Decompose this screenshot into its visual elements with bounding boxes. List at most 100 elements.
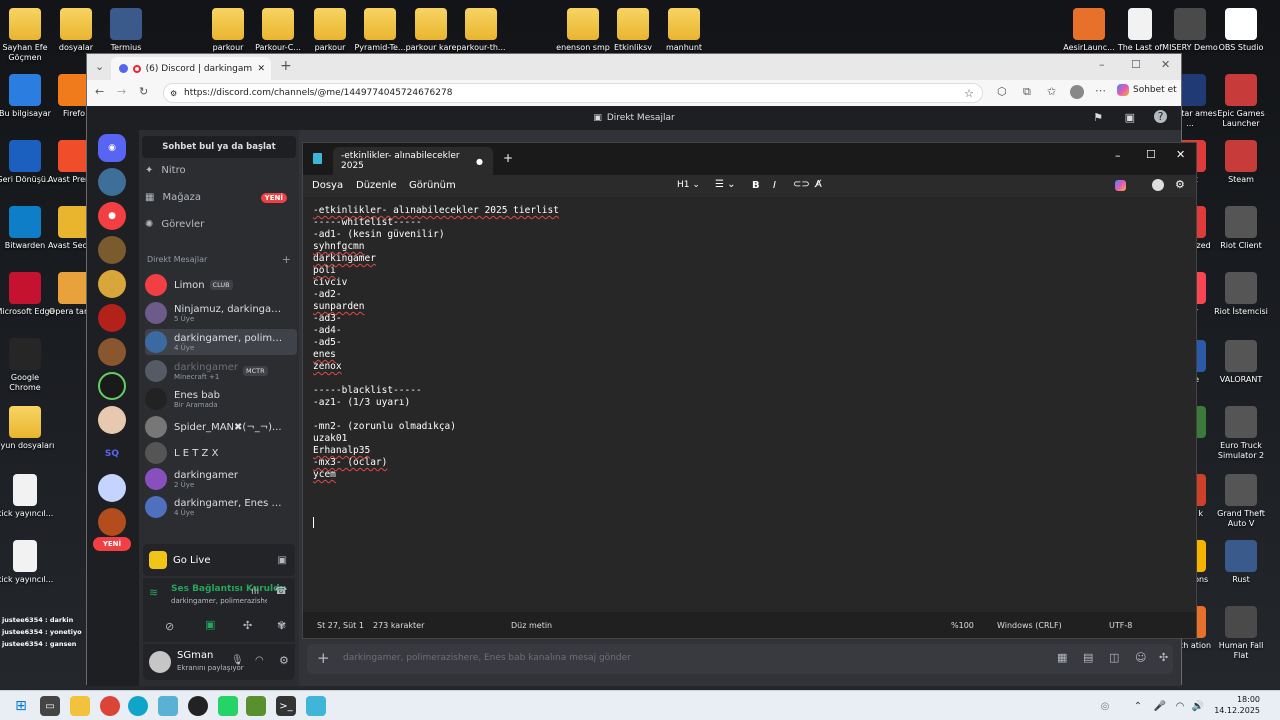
- volume-icon[interactable]: 🔊: [1188, 696, 1208, 716]
- desktop-icon[interactable]: Steam: [1211, 140, 1271, 185]
- clock[interactable]: 18:00 14.12.2025: [1210, 694, 1260, 716]
- terminal-icon[interactable]: >_: [276, 696, 296, 716]
- server-icon[interactable]: [98, 508, 126, 536]
- nav-shop[interactable]: ▦ Mağaza YENİ: [145, 192, 297, 203]
- termius-icon[interactable]: [158, 696, 178, 716]
- desktop-icon[interactable]: kick yayıncıl...: [0, 540, 55, 585]
- desktop-icon[interactable]: oyun dosyaları: [0, 406, 55, 451]
- desktop-icon[interactable]: kick yayıncıl...: [0, 474, 55, 519]
- dm-item[interactable]: darkingamer, Enes ba... 4 Üye: [145, 494, 297, 520]
- desktop-icon[interactable]: OBS Studio: [1211, 8, 1271, 53]
- screen-share-icon[interactable]: ▣: [278, 555, 287, 566]
- dm-item[interactable]: Ninjamuz, darkingame...5 Üye: [145, 300, 297, 326]
- line-ending[interactable]: Windows (CRLF): [997, 621, 1062, 630]
- voice-status[interactable]: Ses Bağlantısı Kuruldu: [171, 584, 286, 594]
- chrome-icon[interactable]: [100, 696, 120, 716]
- np-close-button[interactable]: ✕: [1176, 148, 1185, 161]
- add-dm-icon[interactable]: +: [282, 253, 291, 266]
- heading-select[interactable]: H1 ⌄: [677, 180, 700, 190]
- link-icon[interactable]: ⊂⊃: [793, 179, 810, 190]
- desktop-icon[interactable]: Riot İstemcisi: [1211, 272, 1271, 317]
- headset-icon[interactable]: ◠: [255, 655, 264, 666]
- desktop-icon[interactable]: Euro Truck Simulator 2: [1211, 406, 1271, 461]
- desktop-icon[interactable]: Termius: [96, 8, 156, 53]
- share-screen-icon[interactable]: ▣: [205, 618, 215, 631]
- clear-format-icon[interactable]: A̸: [815, 179, 822, 190]
- settings-gear-icon[interactable]: ⚙: [279, 654, 289, 667]
- copilot-button[interactable]: Sohbet et: [1117, 84, 1177, 96]
- voice-channel[interactable]: darkingamer, polimerazishere...: [171, 597, 267, 605]
- refresh-icon[interactable]: ↻: [139, 85, 148, 98]
- discord-home-icon[interactable]: ◉: [98, 134, 126, 162]
- dm-item[interactable]: darkingamer Minecraft +1 MCTR: [145, 358, 297, 384]
- notepad-taskbar-icon[interactable]: [306, 696, 326, 716]
- forward-icon[interactable]: →: [117, 85, 126, 98]
- dm-item[interactable]: L E T Z X: [145, 440, 297, 466]
- dm-item[interactable]: Spider_MAN✖(¬_¬)...: [145, 414, 297, 440]
- task-view-icon[interactable]: ▭: [40, 696, 60, 716]
- server-icon[interactable]: [98, 168, 126, 196]
- dm-item[interactable]: darkingamer 2 Üye: [145, 466, 297, 492]
- close-tab-icon[interactable]: ✕: [257, 64, 265, 74]
- desktop-icon[interactable]: Riot Client: [1211, 206, 1271, 251]
- camera-off-icon[interactable]: ⊘: [165, 620, 174, 633]
- site-info-icon[interactable]: ⚙: [170, 89, 177, 98]
- menu-file[interactable]: Dosya: [312, 180, 343, 191]
- list-icon[interactable]: ☰ ⌄: [715, 179, 736, 190]
- minecraft-icon[interactable]: [246, 696, 266, 716]
- desktop-icon[interactable]: Google Chrome: [0, 338, 55, 393]
- gift-icon[interactable]: ▦: [1057, 651, 1067, 664]
- nav-quests[interactable]: ✺ Görevler: [145, 219, 297, 230]
- server-icon[interactable]: SQ: [98, 440, 126, 468]
- file-explorer-icon[interactable]: [70, 696, 90, 716]
- desktop-icon[interactable]: Rust: [1211, 540, 1271, 585]
- settings-icon[interactable]: ⚙: [1175, 178, 1185, 191]
- edge-icon[interactable]: [128, 696, 148, 716]
- server-icon[interactable]: [98, 270, 126, 298]
- server-icon[interactable]: [98, 372, 126, 400]
- emoji-icon[interactable]: ☺: [1135, 651, 1146, 664]
- server-icon[interactable]: ●: [98, 202, 126, 230]
- help-icon[interactable]: ?: [1154, 110, 1167, 123]
- menu-edit[interactable]: Düzenle: [356, 180, 397, 191]
- mic-tray-icon[interactable]: 🎤: [1150, 696, 1170, 716]
- monitor-icon[interactable]: ▣: [1125, 111, 1135, 124]
- server-icon[interactable]: [98, 474, 126, 502]
- favorites-icon[interactable]: ✩: [1047, 85, 1056, 98]
- close-button[interactable]: ✕: [1161, 58, 1170, 71]
- menu-view[interactable]: Görünüm: [409, 180, 456, 191]
- maximize-button[interactable]: ☐: [1131, 58, 1141, 71]
- user-avatar[interactable]: [149, 651, 171, 673]
- new-tab-icon[interactable]: +: [503, 151, 513, 165]
- apps-icon[interactable]: ✣: [1159, 651, 1168, 664]
- desktop-icon[interactable]: Parkour-C...: [248, 8, 308, 53]
- mic-icon[interactable]: 🎙: [231, 655, 244, 666]
- disconnect-icon[interactable]: ☎: [275, 586, 287, 597]
- np-maximize-button[interactable]: ☐: [1146, 148, 1156, 161]
- dm-item[interactable]: Enes bab Bir Aramada: [145, 386, 297, 412]
- soundboard-icon[interactable]: ✾: [277, 619, 286, 632]
- notepad-tab[interactable]: -etkinlikler- alınabilecekler 2025 ●: [333, 147, 493, 175]
- tray-overflow-icon[interactable]: ⌃: [1128, 696, 1148, 716]
- desktop-icon[interactable]: Epic Games Launcher: [1211, 74, 1271, 129]
- nav-nitro[interactable]: ✦ Nitro: [145, 165, 297, 176]
- italic-icon[interactable]: I: [773, 180, 776, 191]
- np-minimize-button[interactable]: –: [1115, 149, 1121, 162]
- new-tab-button[interactable]: +: [280, 58, 292, 74]
- wifi-icon[interactable]: ◠: [1170, 696, 1190, 716]
- bold-icon[interactable]: B: [752, 180, 760, 191]
- message-input[interactable]: + darkingamer, polimerazishere, Enes bab…: [307, 644, 1173, 674]
- zoom-level[interactable]: %100: [951, 621, 974, 630]
- add-attachment-icon[interactable]: +: [317, 649, 330, 667]
- search-dm-button[interactable]: Sohbet bul ya da başlat: [142, 136, 296, 158]
- dm-item[interactable]: Limon CLUB: [145, 272, 297, 298]
- extensions-icon[interactable]: ⬡: [997, 85, 1007, 98]
- copilot-icon[interactable]: [1115, 180, 1126, 191]
- inbox-icon[interactable]: ⚑: [1093, 111, 1103, 124]
- tab-list-icon[interactable]: ⌄: [95, 60, 104, 73]
- more-menu-icon[interactable]: ⋯: [1095, 84, 1106, 97]
- desktop-icon[interactable]: parkour-th...: [451, 8, 511, 53]
- server-icon[interactable]: [98, 304, 126, 332]
- noise-icon[interactable]: ılı: [251, 586, 259, 597]
- tab-discord[interactable]: (6) Discord | darkingamer, po ✕: [111, 57, 271, 80]
